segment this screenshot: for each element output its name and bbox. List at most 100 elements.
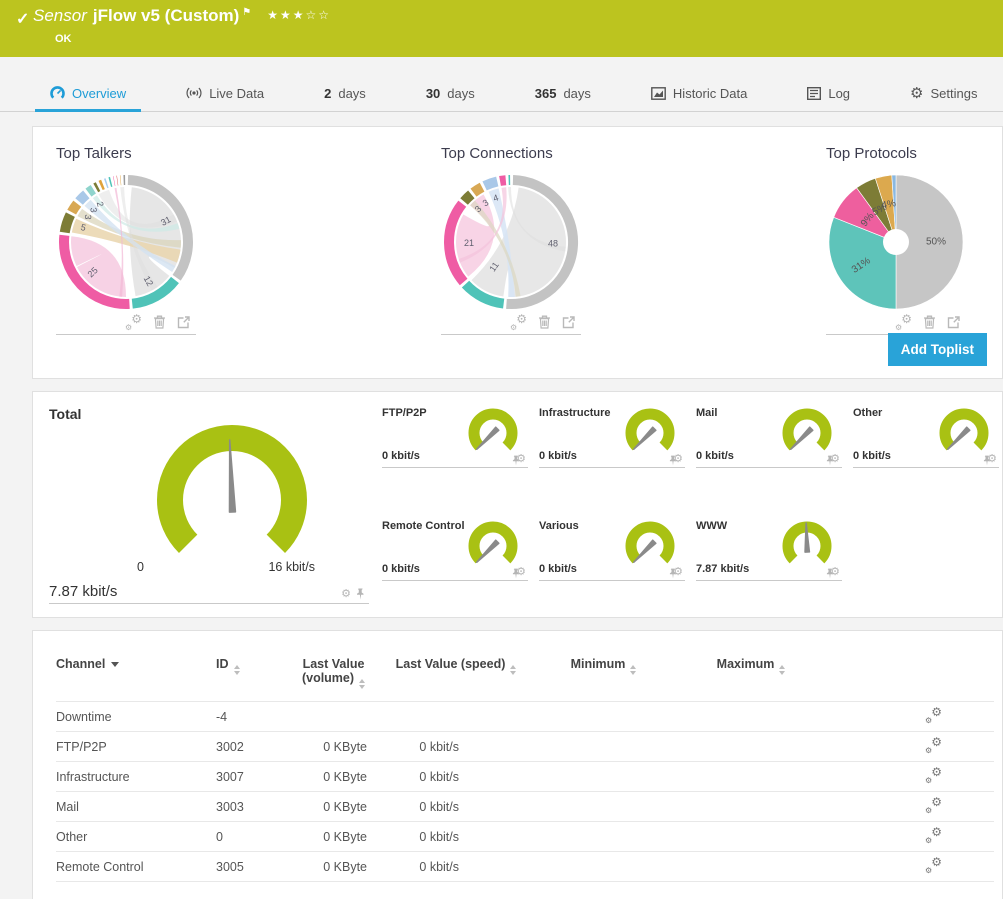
toplists-panel: Top Talkers 3112255332 ⚙⚙ Top Connection… [32, 126, 1003, 379]
channel-gauge-infrastructure: Infrastructure0 kbit/s⚙ [539, 406, 685, 468]
table-header-row: Channel ID Last Value (volume) Last Valu… [56, 657, 994, 702]
svg-text:21: 21 [464, 238, 474, 248]
cell-minimum [531, 702, 676, 732]
total-gauge-value: 7.87 kbit/s [49, 583, 117, 600]
tab-bar: Overview Live Data 2days 30days 365days Histo… [0, 75, 1003, 112]
channel-gauge-value: 0 kbit/s [853, 450, 891, 462]
pin-icon[interactable] [356, 588, 365, 600]
trash-icon[interactable] [923, 315, 936, 329]
tab-365-days[interactable]: 365days [520, 75, 606, 111]
channel-gauge [621, 407, 679, 457]
channel-gauge-other: Other0 kbit/s⚙ [853, 406, 999, 468]
toplist-footer: ⚙⚙ [441, 314, 581, 335]
column-header-maximum[interactable]: Maximum [676, 657, 826, 702]
channels-table: Channel ID Last Value (volume) Last Valu… [56, 657, 994, 882]
channel-gauge-name: WWW [696, 520, 727, 532]
column-header-minimum[interactable]: Minimum [531, 657, 676, 702]
cell-minimum [531, 762, 676, 792]
column-header-last-value-speed[interactable]: Last Value (speed) [381, 657, 531, 702]
cell-actions: ⚙⚙ [826, 792, 994, 822]
channel-gauge-name: Other [853, 407, 882, 419]
cell-id: 3002 [216, 732, 286, 762]
log-icon [807, 87, 821, 100]
channel-gauge-value: 0 kbit/s [382, 563, 420, 575]
top-connections-chord-chart[interactable]: 482111334 [441, 172, 581, 312]
toplist-footer: ⚙⚙ [826, 314, 966, 335]
cell-last-value-speed: 0 kbit/s [381, 762, 531, 792]
channel-settings-icon[interactable]: ⚙⚙ [926, 708, 942, 722]
channel-settings-icon[interactable]: ⚙⚙ [926, 828, 942, 842]
tab-settings[interactable]: ⚙Settings [895, 75, 992, 111]
total-gauge-block: Total 0 16 kbit/s 7.87 kbit/s ⚙ [49, 406, 369, 604]
channel-gauge [464, 407, 522, 457]
column-header-channel[interactable]: Channel [56, 657, 216, 702]
cogs-icon[interactable]: ⚙⚙ [126, 315, 142, 329]
toplist-top-connections: Top Connections 482111334 ⚙⚙ [441, 145, 581, 378]
sensor-header: ✓ SensorjFlow v5 (Custom)⚑★★★☆☆ OK [0, 0, 1003, 57]
sort-icon [630, 665, 636, 675]
cell-last-value-speed: 0 kbit/s [381, 852, 531, 882]
toplist-top-talkers: Top Talkers 3112255332 ⚙⚙ [56, 145, 196, 378]
channel-settings-icon[interactable]: ⚙⚙ [926, 858, 942, 872]
channel-settings-icon[interactable]: ⚙⚙ [926, 738, 942, 752]
gauge-icon [50, 86, 65, 101]
cell-actions: ⚙⚙ [826, 732, 994, 762]
cell-last-value-volume: 0 KByte [286, 822, 381, 852]
channel-gauge-www: WWW7.87 kbit/s⚙ [696, 519, 842, 581]
external-link-icon[interactable] [947, 316, 960, 329]
cell-actions: ⚙⚙ [826, 852, 994, 882]
cell-minimum [531, 822, 676, 852]
cell-minimum [531, 852, 676, 882]
tab-historic-data[interactable]: Historic Data [636, 75, 762, 111]
sort-icon [359, 679, 365, 689]
channel-gauge-mail: Mail0 kbit/s⚙ [696, 406, 842, 468]
column-header-id[interactable]: ID [216, 657, 286, 702]
svg-text:3: 3 [88, 207, 98, 213]
tab-live-data[interactable]: Live Data [171, 75, 279, 111]
cell-id: 3007 [216, 762, 286, 792]
channel-gauge-value: 0 kbit/s [696, 450, 734, 462]
cogs-icon[interactable]: ⚙⚙ [896, 315, 912, 329]
trash-icon[interactable] [538, 315, 551, 329]
add-toplist-button[interactable]: Add Toplist [888, 333, 987, 366]
cell-last-value-volume [286, 702, 381, 732]
svg-text:50%: 50% [926, 237, 946, 248]
cell-maximum [676, 762, 826, 792]
gauges-panel: Total 0 16 kbit/s 7.87 kbit/s ⚙ FTP/P2P0… [32, 391, 1003, 618]
flag-icon[interactable]: ⚑ [242, 7, 251, 18]
trash-icon[interactable] [153, 315, 166, 329]
sort-icon [779, 665, 785, 675]
cogs-icon[interactable]: ⚙⚙ [511, 315, 527, 329]
tab-2-days[interactable]: 2days [309, 75, 381, 111]
cell-maximum [676, 792, 826, 822]
channel-gauge [621, 520, 679, 570]
status-check-icon: ✓ [16, 9, 29, 29]
column-header-last-value-volume[interactable]: Last Value (volume) [286, 657, 381, 702]
channel-gauge-value: 0 kbit/s [539, 450, 577, 462]
channel-settings-icon[interactable]: ⚙⚙ [926, 768, 942, 782]
top-talkers-chord-chart[interactable]: 3112255332 [56, 172, 196, 312]
external-link-icon[interactable] [562, 316, 575, 329]
gauge-mini-icons: ⚙ [341, 588, 365, 600]
external-link-icon[interactable] [177, 316, 190, 329]
top-protocols-pie-chart[interactable]: 50%31%9%5%4% [826, 172, 966, 312]
cell-last-value-speed: 0 kbit/s [381, 822, 531, 852]
cell-last-value-volume: 0 KByte [286, 762, 381, 792]
cell-maximum [676, 852, 826, 882]
tab-30-days[interactable]: 30days [411, 75, 490, 111]
tab-log[interactable]: Log [792, 75, 865, 111]
main-content: Top Talkers 3112255332 ⚙⚙ Top Connection… [0, 112, 1003, 899]
channel-gauge [778, 520, 836, 570]
tab-overview[interactable]: Overview [35, 75, 141, 111]
channel-settings-icon[interactable]: ⚙⚙ [926, 798, 942, 812]
toplist-title: Top Connections [441, 145, 581, 162]
channel-gauge-grid: FTP/P2P0 kbit/s⚙Infrastructure0 kbit/s⚙M… [382, 406, 999, 617]
gear-icon[interactable]: ⚙ [341, 589, 351, 600]
cell-maximum [676, 732, 826, 762]
cell-actions: ⚙⚙ [826, 822, 994, 852]
sort-icon [234, 665, 240, 675]
toplist-title: Top Protocols [826, 145, 966, 162]
priority-stars[interactable]: ★★★☆☆ [267, 8, 331, 22]
channels-table-panel: Channel ID Last Value (volume) Last Valu… [32, 630, 1003, 899]
cell-last-value-volume: 0 KByte [286, 792, 381, 822]
